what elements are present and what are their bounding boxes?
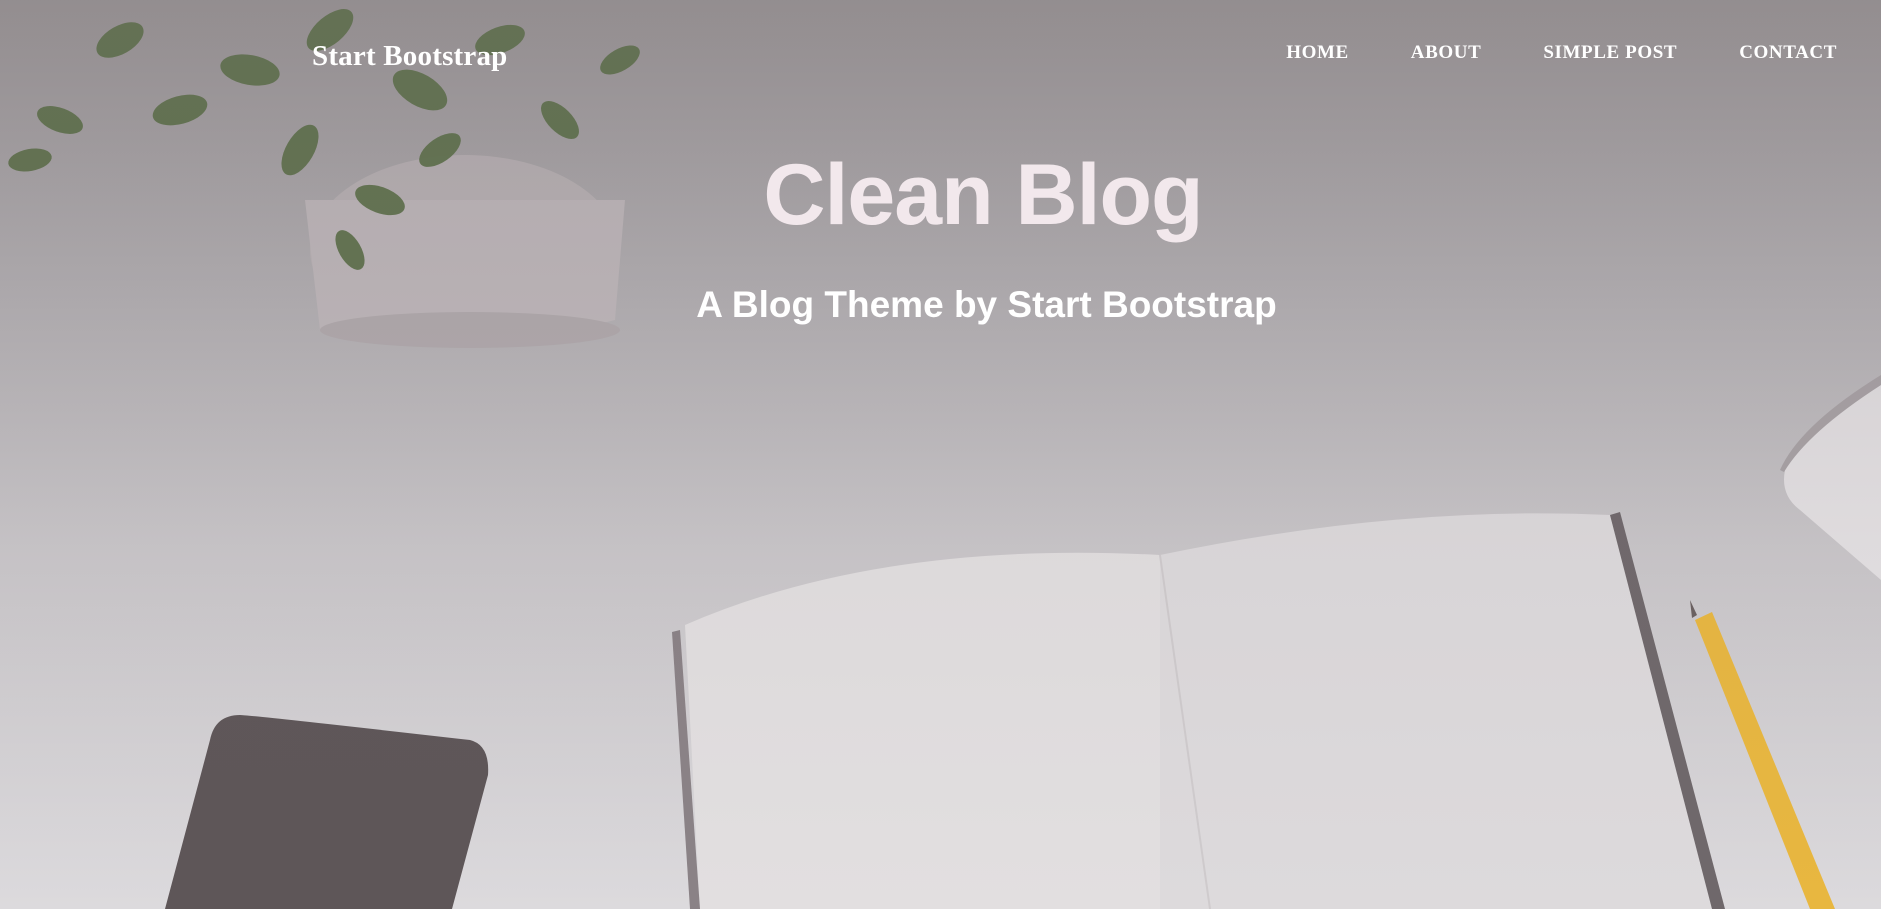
navbar-brand[interactable]: Start Bootstrap	[312, 40, 508, 73]
nav-links: HOME ABOUT SIMPLE POST CONTACT	[1286, 42, 1837, 64]
nav-link-contact[interactable]: CONTACT	[1739, 42, 1837, 64]
site-title: Clean Blog	[763, 147, 1203, 243]
site-heading: Clean Blog A Blog Theme by Start Bootstr…	[0, 140, 1881, 329]
hero-header: Start Bootstrap HOME ABOUT SIMPLE POST C…	[0, 0, 1881, 909]
header-overlay	[0, 0, 1881, 909]
nav-link-home[interactable]: HOME	[1286, 42, 1349, 64]
nav-link-about[interactable]: ABOUT	[1411, 42, 1482, 64]
main-navbar: Start Bootstrap HOME ABOUT SIMPLE POST C…	[0, 0, 1881, 110]
site-subtitle: A Blog Theme by Start Bootstrap	[696, 284, 1277, 325]
nav-link-simple-post[interactable]: SIMPLE POST	[1543, 42, 1677, 64]
